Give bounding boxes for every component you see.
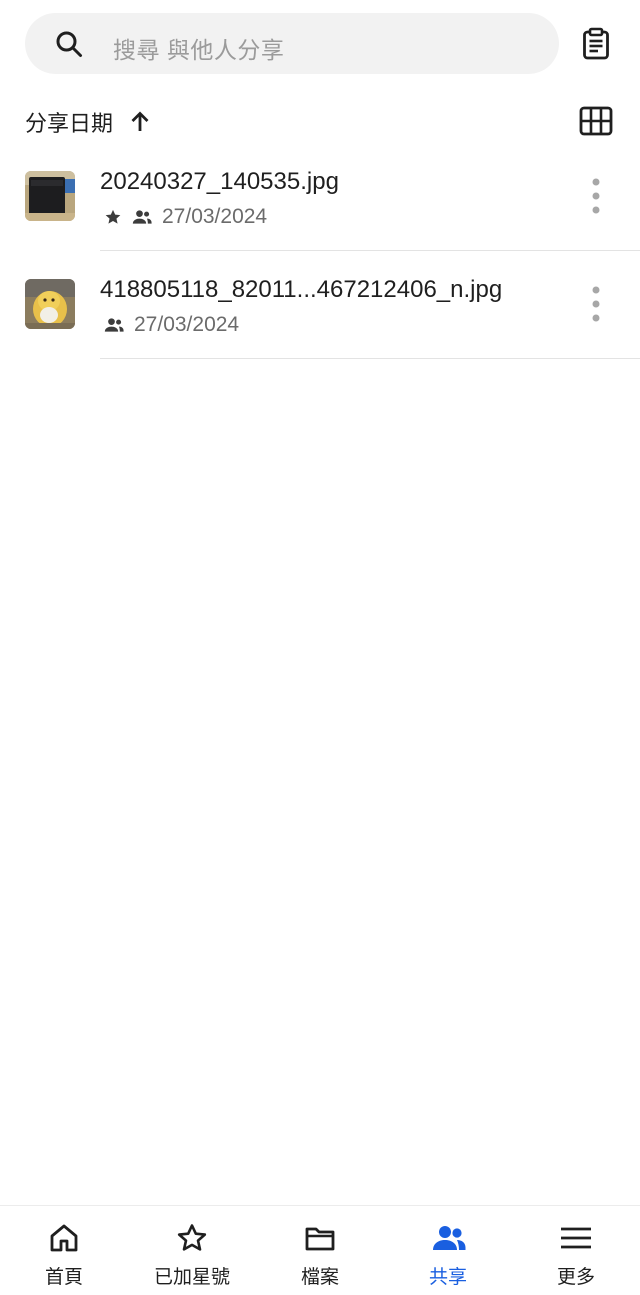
file-thumbnail xyxy=(25,171,75,221)
grid-view-icon[interactable] xyxy=(578,104,614,138)
more-options-icon[interactable] xyxy=(584,284,608,324)
nav-item-shared[interactable]: 共享 xyxy=(384,1206,512,1295)
sort-control[interactable]: 分享日期 xyxy=(25,106,151,138)
search-input[interactable]: 搜尋 與他人分享 xyxy=(113,31,284,65)
search-bar[interactable]: 搜尋 與他人分享 xyxy=(25,13,559,74)
nav-item-home[interactable]: 首頁 xyxy=(0,1206,128,1295)
nav-label: 檔案 xyxy=(300,1267,339,1288)
shared-icon xyxy=(104,318,124,332)
nav-item-starred[interactable]: 已加星號 xyxy=(128,1206,256,1295)
shared-date: 27/03/2024 xyxy=(134,313,240,336)
nav-label: 已加星號 xyxy=(153,1267,230,1288)
nav-label: 首頁 xyxy=(44,1267,83,1288)
menu-icon xyxy=(561,1227,591,1249)
nav-item-more[interactable]: 更多 xyxy=(512,1206,640,1295)
bottom-nav: 首頁 已加星號 檔案 共享 更多 xyxy=(0,1205,640,1295)
divider xyxy=(100,358,640,359)
folder-icon xyxy=(305,1227,335,1251)
people-icon xyxy=(433,1226,466,1250)
more-options-icon[interactable] xyxy=(584,176,608,216)
list-item[interactable]: 20240327_140535.jpg 27/03/2024 xyxy=(0,143,640,251)
nav-label: 共享 xyxy=(428,1267,467,1288)
home-icon xyxy=(50,1224,78,1252)
sort-label: 分享日期 xyxy=(25,111,114,136)
file-name: 20240327_140535.jpg xyxy=(100,168,339,195)
file-name: 418805118_82011...467212406_n.jpg xyxy=(100,276,503,303)
nav-item-files[interactable]: 檔案 xyxy=(256,1206,384,1295)
star-icon xyxy=(105,209,121,224)
clipboard-icon[interactable] xyxy=(578,26,614,62)
search-icon xyxy=(56,31,82,57)
arrow-up-icon[interactable] xyxy=(129,110,151,134)
list-item[interactable]: 418805118_82011...467212406_n.jpg 27/03/… xyxy=(0,251,640,359)
file-thumbnail xyxy=(25,279,75,329)
star-outline-icon xyxy=(177,1224,207,1251)
shared-date: 27/03/2024 xyxy=(162,205,268,228)
shared-icon xyxy=(132,210,152,224)
nav-label: 更多 xyxy=(556,1267,595,1288)
